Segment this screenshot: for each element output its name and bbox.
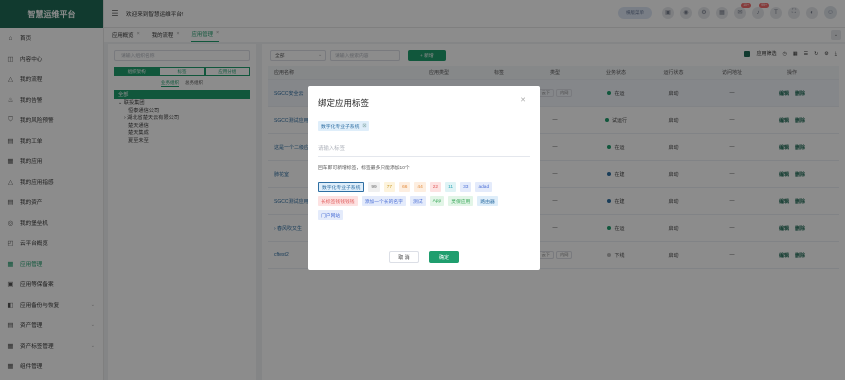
tag-option[interactable]: 66 — [399, 182, 411, 192]
tag-option[interactable]: 11 — [445, 182, 457, 192]
remove-icon: ⊠ — [362, 123, 367, 129]
tag-option[interactable]: 测试 — [409, 196, 426, 206]
close-icon[interactable]: ✕ — [520, 96, 526, 104]
tag-option[interactable]: App — [429, 196, 445, 206]
tag-hint: 回车即可新增标签，标签最多只能添加10个 — [318, 166, 410, 171]
tag-option[interactable]: adad — [475, 182, 493, 192]
tag-input[interactable]: 请输入标签 — [318, 144, 345, 152]
confirm-button[interactable]: 确定 — [429, 251, 459, 263]
tag-option[interactable]: 添加一个长的名字 — [361, 196, 406, 206]
tag-option[interactable]: 门户网站 — [318, 210, 344, 220]
cancel-button[interactable]: 取 消 — [389, 251, 419, 263]
tag-option[interactable]: 99 — [368, 182, 380, 192]
tag-option[interactable]: 77 — [383, 182, 396, 192]
tag-option[interactable]: 路由器 — [477, 196, 498, 206]
tag-option[interactable]: 长标签钱钱钱钱 — [318, 196, 358, 206]
tag-option[interactable]: 数字化专业子系统 — [318, 182, 365, 192]
bind-tag-dialog: 绑定应用标签 ✕ 数字化专业子系统 ⊠ 请输入标签 回车即可新增标签，标签最多只能… — [308, 86, 540, 270]
dialog-title: 绑定应用标签 — [318, 98, 370, 108]
tag-option[interactable]: 灵保应用 — [448, 196, 474, 206]
tag-options: 数字化专业子系统 99 77 66 44 22 11 33 adad 长标签钱钱钱钱 添加一个长的名… — [318, 182, 526, 220]
tag-option[interactable]: 44 — [414, 182, 426, 192]
tag-option[interactable]: 22 — [429, 182, 442, 192]
selected-tag[interactable]: 数字化专业子系统 ⊠ — [318, 121, 370, 131]
tag-option[interactable]: 33 — [460, 182, 472, 192]
